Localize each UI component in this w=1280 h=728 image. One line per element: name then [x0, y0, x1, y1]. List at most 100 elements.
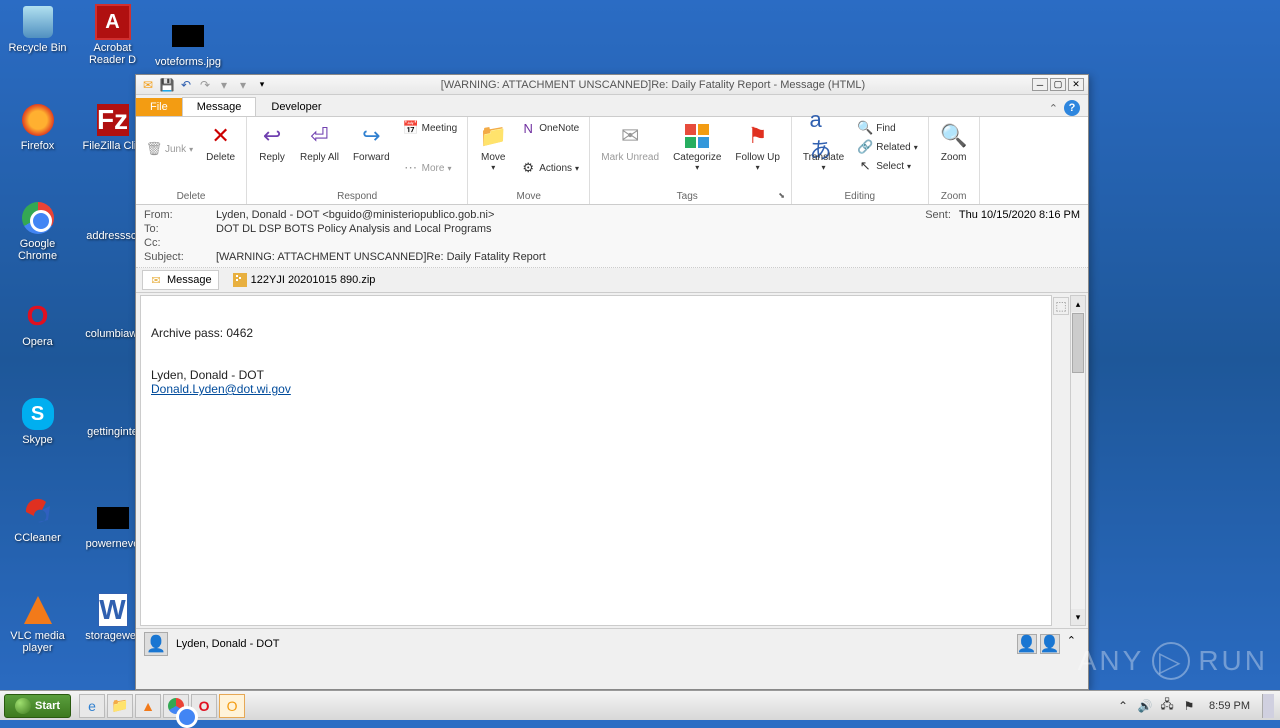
help-icon[interactable]: ?	[1064, 100, 1080, 116]
attachment-item[interactable]: 122YJI 20201015 890.zip	[227, 271, 382, 289]
close-button[interactable]: ✕	[1068, 78, 1084, 91]
reply-button[interactable]: ↩Reply	[253, 119, 291, 166]
desktop-icon-acrobat[interactable]: AAcrobat Reader D	[80, 4, 145, 66]
maximize-button[interactable]: ▢	[1050, 78, 1066, 91]
subject-label: Subject:	[144, 251, 216, 263]
subject-value: [WARNING: ATTACHMENT UNSCANNED]Re: Daily…	[216, 251, 1080, 263]
from-label: From:	[144, 209, 216, 221]
onenote-icon: N	[520, 120, 536, 136]
follow-up-button[interactable]: ⚑Follow Up▾	[730, 119, 784, 175]
desktop-icon-skype[interactable]: SSkype	[5, 396, 70, 446]
ribbon-tabs: File Message Developer ⌃ ?	[136, 95, 1088, 117]
move-icon: 📁	[479, 122, 507, 150]
window-title: [WARNING: ATTACHMENT UNSCANNED]Re: Daily…	[274, 79, 1032, 91]
message-tab[interactable]: Message	[182, 97, 257, 116]
taskbar-ie[interactable]: e	[79, 694, 105, 718]
body-email-link[interactable]: Donald.Lyden@dot.wi.gov	[151, 382, 291, 396]
related-icon: 🔗	[857, 139, 873, 155]
taskbar-outlook[interactable]: O	[219, 694, 245, 718]
avatar: 👤	[144, 632, 168, 656]
find-icon: 🔍	[857, 120, 873, 136]
reply-all-icon: ⏎	[306, 122, 334, 150]
taskbar-vlc[interactable]: ▲	[135, 694, 161, 718]
related-button[interactable]: 🔗Related▾	[853, 138, 921, 156]
junk-button[interactable]: 🗑Junk▾	[142, 140, 197, 158]
desktop-icon-firefox[interactable]: Firefox	[5, 102, 70, 152]
reply-all-button[interactable]: ⏎Reply All	[295, 119, 344, 166]
delete-button[interactable]: ✕Delete	[201, 119, 240, 166]
desktop-icon-recycle-bin[interactable]: Recycle Bin	[5, 4, 70, 54]
cc-value	[216, 237, 1080, 249]
avatar-small-1[interactable]: 👤	[1017, 634, 1037, 654]
play-icon: ▷	[1152, 642, 1190, 680]
developer-tab[interactable]: Developer	[256, 97, 336, 116]
prev-icon[interactable]: ▾	[216, 77, 232, 93]
tags-group-label: Tags ⬊	[596, 189, 785, 204]
scroll-up-icon[interactable]: ▴	[1071, 296, 1085, 312]
more-icon: ⋯	[403, 160, 419, 176]
actions-button[interactable]: ⚙Actions▾	[516, 159, 583, 177]
taskbar-clock[interactable]: 8:59 PM	[1203, 700, 1256, 712]
expand-icon[interactable]: ⬚	[1053, 297, 1068, 315]
desktop-icon-vlc[interactable]: VLC media player	[5, 592, 70, 654]
redo-icon[interactable]: ↷	[197, 77, 213, 93]
people-pane-name: Lyden, Donald - DOT	[176, 638, 280, 650]
tray-chevron-icon[interactable]: ⌃	[1115, 698, 1131, 714]
avatar-small-2[interactable]: 👤	[1040, 634, 1060, 654]
watermark: ANY ▷ RUN	[1078, 642, 1268, 680]
desktop-icon-voteforms[interactable]: voteforms.jpg	[155, 18, 220, 68]
minimize-button[interactable]: ─	[1032, 78, 1048, 91]
zoom-group-label: Zoom	[935, 189, 973, 204]
respond-group-label: Respond	[253, 189, 461, 204]
mark-unread-button[interactable]: ✉Mark Unread	[596, 119, 664, 166]
show-desktop-button[interactable]	[1262, 694, 1274, 718]
forward-button[interactable]: ↪Forward	[348, 119, 395, 166]
scroll-thumb[interactable]	[1072, 313, 1084, 373]
taskbar-explorer[interactable]: 📁	[107, 694, 133, 718]
sent-label: Sent:	[925, 209, 951, 221]
categorize-button[interactable]: Categorize▾	[668, 119, 726, 175]
message-body: Archive pass: 0462 Lyden, Donald - DOT D…	[140, 295, 1052, 626]
collapse-ribbon-icon[interactable]: ⌃	[1049, 102, 1058, 115]
tray-flag-icon[interactable]: ⚑	[1181, 698, 1197, 714]
people-pane: 👤 Lyden, Donald - DOT 👤 👤 ⌃	[136, 628, 1088, 658]
desktop: Recycle Bin AAcrobat Reader D voteforms.…	[0, 0, 135, 690]
quick-access-toolbar: ✉ 💾 ↶ ↷ ▾ ▾ ▾	[136, 77, 274, 93]
find-button[interactable]: 🔍Find	[853, 119, 921, 137]
desktop-icon-opera[interactable]: OOpera	[5, 298, 70, 348]
next-icon[interactable]: ▾	[235, 77, 251, 93]
select-button[interactable]: ↖Select▾	[853, 157, 921, 175]
follow-up-icon: ⚑	[744, 122, 772, 150]
save-icon[interactable]: 💾	[159, 77, 175, 93]
file-tab[interactable]: File	[136, 98, 182, 116]
desktop-icon-chrome[interactable]: Google Chrome	[5, 200, 70, 262]
taskbar: Start e 📁 ▲ O O ⌃ 🔊 🖧 ⚑ 8:59 PM	[0, 690, 1280, 720]
translate-button[interactable]: aあTranslate▾	[798, 119, 849, 175]
scroll-down-icon[interactable]: ▾	[1071, 609, 1085, 625]
delete-icon: ✕	[207, 122, 235, 150]
cc-label: Cc:	[144, 237, 216, 249]
qat-dropdown-icon[interactable]: ▾	[254, 77, 270, 93]
start-button[interactable]: Start	[4, 694, 71, 718]
categorize-icon	[683, 122, 711, 150]
undo-icon[interactable]: ↶	[178, 77, 194, 93]
message-view-tab[interactable]: ✉Message	[142, 270, 219, 290]
to-value: DOT DL DSP BOTS Policy Analysis and Loca…	[216, 223, 1080, 235]
meeting-icon: 📅	[403, 120, 419, 136]
desktop-icon-ccleaner[interactable]: CCleaner	[5, 494, 70, 544]
onenote-button[interactable]: NOneNote	[516, 119, 583, 137]
meeting-button[interactable]: 📅Meeting	[399, 119, 462, 137]
zip-icon	[233, 273, 247, 287]
zoom-button[interactable]: 🔍Zoom	[935, 119, 973, 166]
from-value: Lyden, Donald - DOT <bguido@ministeriopu…	[216, 209, 925, 221]
select-icon: ↖	[857, 158, 873, 174]
mark-unread-icon: ✉	[616, 122, 644, 150]
more-button[interactable]: ⋯More▾	[399, 159, 462, 177]
system-tray: ⌃ 🔊 🖧 ⚑ 8:59 PM	[1115, 694, 1280, 718]
taskbar-chrome[interactable]	[163, 694, 189, 718]
tray-volume-icon[interactable]: 🔊	[1137, 698, 1153, 714]
vertical-scrollbar[interactable]: ▴ ▾	[1070, 295, 1086, 626]
tray-network-icon[interactable]: 🖧	[1159, 698, 1175, 714]
move-button[interactable]: 📁Move▾	[474, 119, 512, 175]
body-line-1: Archive pass: 0462	[151, 326, 1041, 340]
